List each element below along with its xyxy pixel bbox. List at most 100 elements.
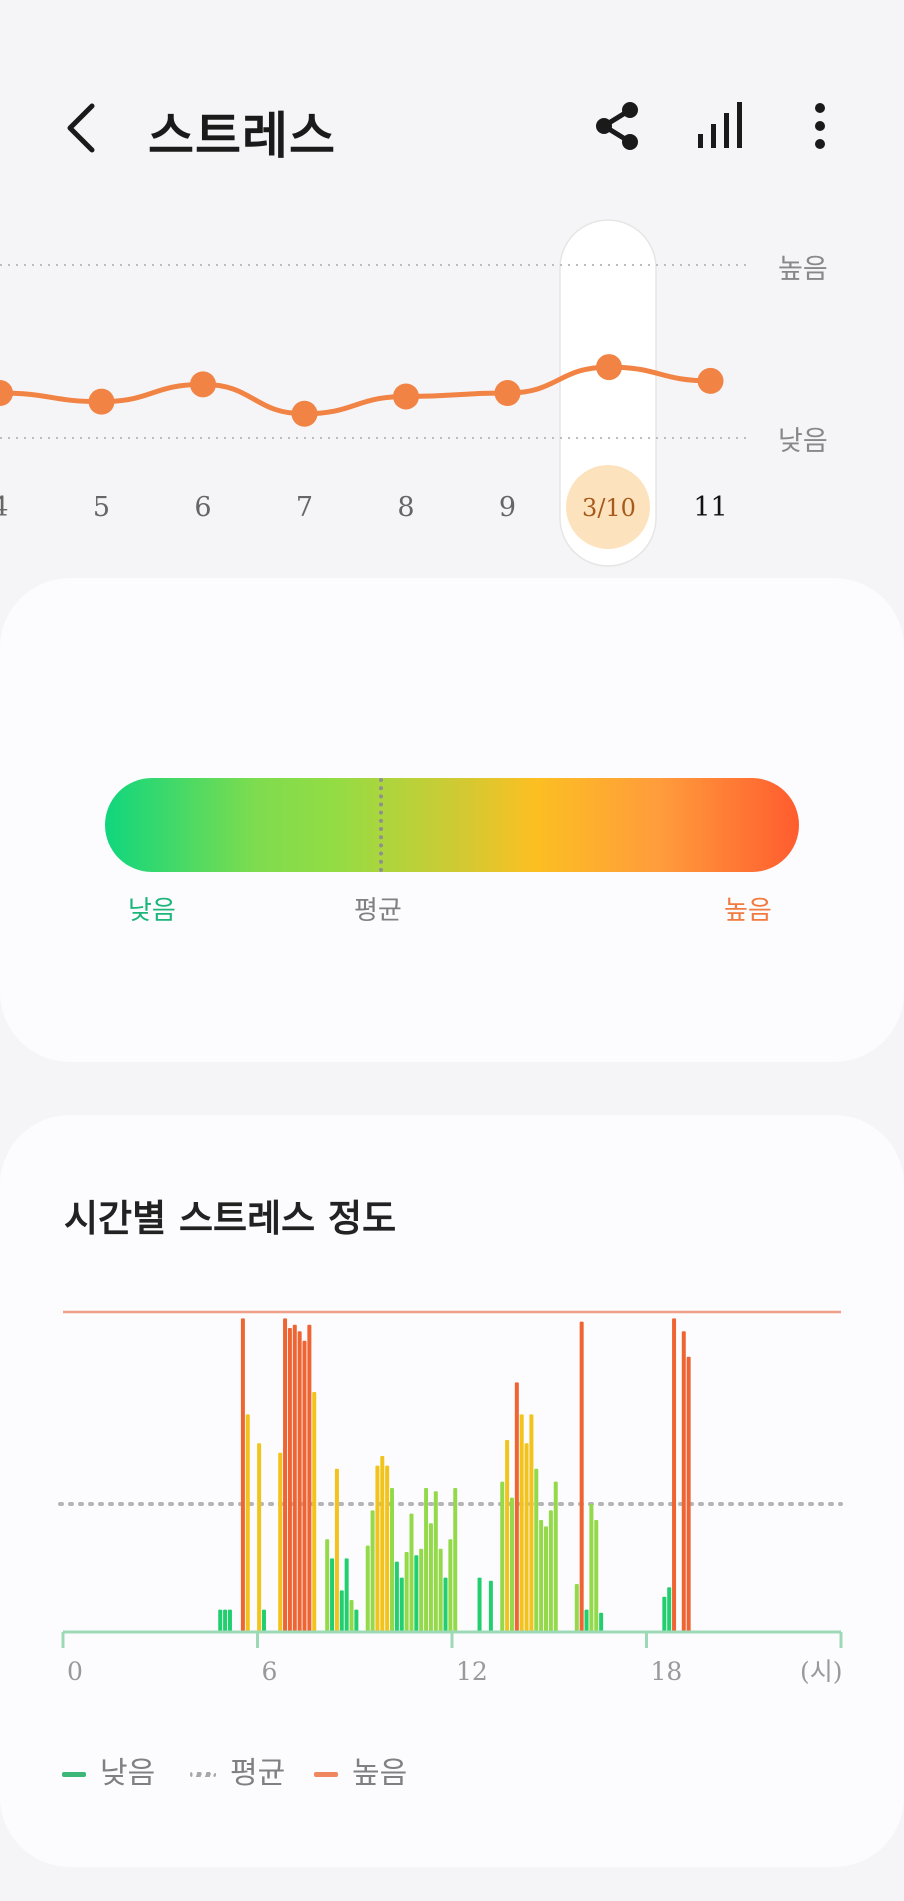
hour-bar	[529, 1414, 534, 1632]
hour-bar	[399, 1577, 404, 1632]
hour-bar	[404, 1552, 409, 1632]
hour-bar	[380, 1456, 385, 1632]
day-label[interactable]: 8	[397, 492, 414, 523]
hour-bar	[390, 1488, 395, 1632]
legend-average-label: 평균	[230, 1756, 286, 1791]
hour-bar	[579, 1321, 584, 1632]
day-label[interactable]: 9	[499, 492, 516, 523]
hour-bar	[453, 1488, 458, 1632]
hour-bar	[287, 1328, 292, 1632]
day-label[interactable]: 4	[0, 492, 9, 523]
hour-bar	[394, 1561, 399, 1632]
hour-tick-label: 12	[456, 1657, 488, 1686]
level-high-label: 높음	[778, 254, 828, 285]
hour-bar	[297, 1331, 302, 1632]
legend-low: 낮음	[62, 1748, 155, 1792]
hour-bar	[662, 1596, 667, 1632]
hour-tick-label: 6	[262, 1657, 278, 1686]
hour-bar	[223, 1609, 228, 1632]
hour-bar	[672, 1318, 677, 1632]
hour-bar	[370, 1510, 375, 1632]
legend-high: 높음	[314, 1748, 407, 1792]
more-options-button[interactable]	[798, 100, 848, 152]
hour-bar	[667, 1587, 672, 1632]
trends-button[interactable]	[696, 100, 746, 152]
hour-bar	[240, 1318, 245, 1632]
hour-tick-label: 18	[651, 1657, 683, 1686]
hour-bar	[419, 1548, 424, 1632]
trend-point	[494, 380, 521, 407]
hour-bar	[433, 1491, 438, 1632]
hour-bar	[375, 1465, 380, 1632]
day-labels: 4 5 6 7 8 9 3/10 11	[0, 492, 728, 523]
back-button[interactable]	[58, 98, 108, 158]
hour-bar	[539, 1520, 544, 1632]
hour-bar	[307, 1324, 312, 1632]
hour-bar	[334, 1468, 339, 1632]
hour-bar	[409, 1513, 414, 1632]
weekly-stress-chart[interactable]: 높음 낮음 4 5 6 7 8 9 3/10 11	[0, 210, 904, 570]
trend-point	[596, 354, 622, 381]
hour-bar	[385, 1465, 390, 1632]
legend-low-swatch	[62, 1772, 86, 1777]
hour-bar	[325, 1539, 330, 1632]
trend-point	[88, 388, 115, 415]
hour-bar	[261, 1609, 266, 1632]
day-label[interactable]: 11	[693, 492, 727, 523]
gauge-average-marker	[379, 778, 383, 872]
hour-bar	[553, 1481, 558, 1632]
hour-bar	[589, 1504, 594, 1632]
share-button[interactable]	[592, 100, 642, 152]
share-icon	[596, 102, 638, 150]
hour-bar	[443, 1577, 448, 1632]
hour-bar	[448, 1539, 453, 1632]
signal-bars-icon	[698, 102, 742, 148]
hour-bar	[365, 1545, 370, 1632]
hour-bar	[584, 1609, 589, 1632]
hour-bar	[344, 1558, 349, 1632]
hour-bar	[524, 1443, 529, 1632]
hour-bar	[514, 1382, 519, 1632]
trend-point	[190, 371, 216, 398]
hour-bar	[302, 1340, 307, 1632]
hour-bar	[599, 1612, 604, 1632]
hour-bar	[339, 1590, 344, 1632]
legend-low-label: 낮음	[100, 1756, 156, 1791]
hour-bar	[428, 1523, 433, 1632]
hour-bar	[594, 1520, 599, 1632]
hour-bar	[278, 1452, 283, 1632]
hour-bar	[681, 1331, 686, 1632]
hour-bar	[424, 1488, 429, 1632]
day-label[interactable]: 3/10	[582, 494, 636, 522]
stress-gauge-bar	[105, 778, 799, 872]
hour-bar	[292, 1324, 297, 1632]
day-label[interactable]: 7	[296, 492, 313, 523]
hour-bar	[438, 1548, 443, 1632]
hour-bar	[574, 1584, 579, 1632]
hourly-stress-chart[interactable]: 0 6 12 18 (시)	[0, 1300, 904, 1710]
hour-unit-label: (시)	[800, 1657, 843, 1686]
day-label[interactable]: 6	[194, 492, 211, 523]
hour-bar	[509, 1497, 514, 1632]
hourly-bars	[218, 1318, 691, 1632]
back-chevron-icon	[67, 103, 95, 153]
trend-point	[0, 380, 13, 407]
hour-bar	[414, 1555, 419, 1632]
day-label[interactable]: 5	[93, 492, 110, 523]
hour-bar	[227, 1609, 232, 1632]
hour-bar	[686, 1356, 691, 1632]
legend-average: 평균	[190, 1748, 285, 1792]
more-vertical-icon	[815, 103, 825, 149]
trend-point	[697, 367, 724, 394]
hour-bar	[354, 1609, 359, 1632]
hour-bar	[283, 1318, 288, 1632]
hour-ticks: 0 6 12 18	[61, 1632, 843, 1686]
legend-high-label: 높음	[352, 1756, 408, 1791]
hour-bar	[245, 1414, 250, 1632]
level-low-label: 낮음	[778, 426, 828, 457]
hour-bar	[519, 1414, 524, 1632]
hour-bar	[477, 1577, 482, 1632]
legend-high-swatch	[314, 1772, 338, 1777]
trend-point	[393, 383, 419, 410]
hour-bar	[218, 1609, 223, 1632]
